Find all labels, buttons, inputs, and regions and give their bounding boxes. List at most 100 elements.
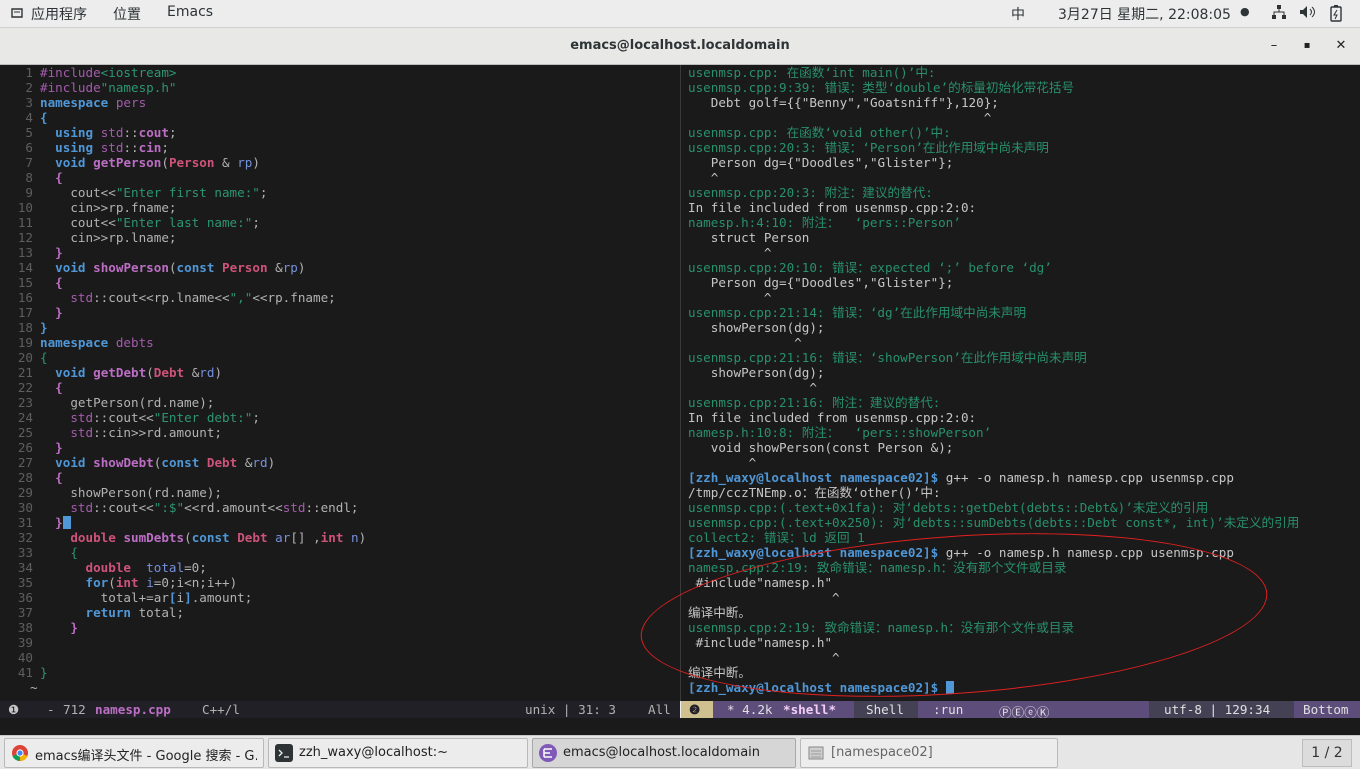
code-line[interactable]: 18} [0, 320, 680, 335]
code-line[interactable]: 25 std::cin>>rd.amount; [0, 425, 680, 440]
code-line[interactable]: 38 } [0, 620, 680, 635]
modeline-editor[interactable]: ❶ - 712 namesp.cpp C++/l unix | 31: 3 Al… [0, 701, 680, 718]
code-line[interactable]: 13 } [0, 245, 680, 260]
shell-line[interactable]: usenmsp.cpp: 在函数‘int main()’中: [688, 65, 936, 80]
task-emacs[interactable]: emacs@localhost.localdomain [532, 738, 796, 768]
code-line[interactable]: 6 using std::cin; [0, 140, 680, 155]
code-line[interactable]: 5 using std::cout; [0, 125, 680, 140]
applications-menu[interactable]: 应用程序 [31, 4, 87, 24]
code-line[interactable]: 34 double total=0; [0, 560, 680, 575]
buffer-name[interactable]: namesp.cpp [95, 702, 171, 717]
code-line[interactable]: 11 cout<<"Enter last name:"; [0, 215, 680, 230]
shell-line[interactable]: ^ [688, 335, 802, 350]
code-line[interactable]: 15 { [0, 275, 680, 290]
shell-line[interactable]: usenmsp.cpp:20:3: 附注：建议的替代: [688, 185, 933, 200]
code-line[interactable]: 32 double sumDebts(const Debt ar[] ,int … [0, 530, 680, 545]
code-line[interactable]: 26 } [0, 440, 680, 455]
volume-icon[interactable] [1299, 4, 1317, 24]
major-mode[interactable]: Shell [866, 702, 904, 717]
close-button[interactable]: ✕ [1331, 36, 1351, 56]
code-line[interactable]: 12 cin>>rp.lname; [0, 230, 680, 245]
clock[interactable]: 3月27日 星期二, 22:08:05 [1058, 4, 1231, 24]
maximize-button[interactable]: ▪ [1297, 36, 1317, 56]
shell-line[interactable]: usenmsp.cpp:9:39: 错误：类型‘double’的标量初始化带花括… [688, 80, 1074, 95]
shell-line[interactable]: ^ [688, 380, 817, 395]
code-line[interactable]: 9 cout<<"Enter first name:"; [0, 185, 680, 200]
code-line[interactable]: 36 total+=ar[i].amount; [0, 590, 680, 605]
code-line[interactable]: 39 [0, 635, 680, 650]
code-line[interactable]: 8 { [0, 170, 680, 185]
shell-line[interactable]: usenmsp.cpp:21:16: 附注：建议的替代: [688, 395, 940, 410]
code-line[interactable]: 16 std::cout<<rp.lname<<","<<rp.fname; [0, 290, 680, 305]
modeline-shell[interactable]: ❷ * 4.2k *shell* Shell :run ⓅⒺⓔⓀ utf-8 |… [681, 701, 1360, 718]
editor-pane[interactable]: 1 #include<iostream> 2 #include"namesp.h" 3 n… [0, 65, 680, 701]
minimize-button[interactable]: – [1264, 36, 1284, 56]
shell-line[interactable]: usenmsp.cpp:(.text+0x250): 对‘debts::sumD… [688, 515, 1299, 530]
code-line[interactable]: 29 showPerson(rd.name); [0, 485, 680, 500]
code-line[interactable]: 27 void showDebt(const Debt &rd) [0, 455, 680, 470]
shell-line[interactable]: struct Person [688, 230, 810, 245]
code-line[interactable]: 1 #include<iostream> [0, 65, 680, 80]
code-line[interactable]: 24 std::cout<<"Enter debt:"; [0, 410, 680, 425]
code-line[interactable]: ~ [0, 680, 680, 695]
shell-line[interactable]: usenmsp.cpp:20:10: 错误：expected ‘;’ befor… [688, 260, 1052, 275]
shell-line[interactable]: void showPerson(const Person &); [688, 440, 954, 455]
code-line[interactable]: 20 { [0, 350, 680, 365]
task-terminal[interactable]: zzh_waxy@localhost:~ [268, 738, 528, 768]
task-chrome[interactable]: emacs编译头文件 - Google 搜索 - G… [4, 738, 264, 768]
code-line[interactable]: 28 { [0, 470, 680, 485]
shell-line[interactable]: collect2: 错误：ld 返回 1 [688, 530, 865, 545]
shell-line[interactable]: showPerson(dg); [688, 365, 825, 380]
code-line[interactable]: 2 #include"namesp.h" [0, 80, 680, 95]
code-line[interactable]: 14 void showPerson(const Person &rp) [0, 260, 680, 275]
code-line[interactable]: 23 getPerson(rd.name); [0, 395, 680, 410]
shell-line[interactable]: In file included from usenmsp.cpp:2:0: [688, 410, 976, 425]
code-line[interactable]: 41} [0, 665, 680, 680]
shell-line[interactable]: namesp.h:10:8: 附注： ‘pers::showPerson’ [688, 425, 991, 440]
code-line[interactable]: 19 namespace debts [0, 335, 680, 350]
emacs-app-menu[interactable]: Emacs [167, 4, 213, 20]
shell-line[interactable]: Person dg={"Doodles","Glister"}; [688, 275, 954, 290]
code-line[interactable]: 35 for(int i=0;i<n;i++) [0, 575, 680, 590]
code-line[interactable]: 40 [0, 650, 680, 665]
code-line[interactable]: 17 } [0, 305, 680, 320]
shell-line[interactable]: ^ [688, 290, 772, 305]
shell-line[interactable]: ^ [688, 245, 772, 260]
shell-line[interactable]: ^ [688, 110, 992, 125]
battery-icon[interactable] [1329, 4, 1343, 26]
shell-line[interactable]: ^ [688, 170, 719, 185]
shell-line[interactable]: [zzh_waxy@localhost namespace02]$ g++ -o… [688, 470, 1234, 485]
workspace-pager[interactable]: 1 / 2 [1302, 739, 1352, 767]
shell-line[interactable]: usenmsp.cpp:(.text+0x1fa): 对‘debts::getD… [688, 500, 1208, 515]
code-line[interactable]: 21 void getDebt(Debt &rd) [0, 365, 680, 380]
code-line[interactable]: 37 return total; [0, 605, 680, 620]
major-mode[interactable]: C++/l [202, 702, 240, 717]
minor-modes[interactable]: ⓅⒺⓔⓀ [999, 702, 1049, 718]
window-titlebar[interactable]: emacs@localhost.localdomain – ▪ ✕ [0, 28, 1360, 65]
shell-line[interactable]: usenmsp.cpp:21:14: 错误：‘dg’在此作用域中尚未声明 [688, 305, 1026, 320]
shell-line[interactable]: ^ [688, 455, 757, 470]
code-line[interactable]: 33 { [0, 545, 680, 560]
applications-icon[interactable] [10, 6, 24, 20]
code-line[interactable]: 10 cin>>rp.fname; [0, 200, 680, 215]
code-line[interactable]: 4{ [0, 110, 680, 125]
network-icon[interactable] [1271, 4, 1287, 24]
shell-line[interactable]: showPerson(dg); [688, 320, 825, 335]
shell-line[interactable]: /tmp/cczTNEmp.o：在函数‘other()’中: [688, 485, 941, 500]
shell-line[interactable]: namesp.h:4:10: 附注： ‘pers::Person’ [688, 215, 961, 230]
echo-area[interactable] [0, 718, 1360, 735]
code-line[interactable]: 22 { [0, 380, 680, 395]
buffer-name[interactable]: *shell* [783, 702, 836, 717]
code-line[interactable]: 3 namespace pers [0, 95, 680, 110]
code-line[interactable]: 30 std::cout<<":$"<<rd.amount<<std::endl… [0, 500, 680, 515]
task-file-manager[interactable]: [namespace02] [800, 738, 1058, 768]
code-line[interactable]: 31 } [0, 515, 680, 530]
places-menu[interactable]: 位置 [113, 4, 141, 24]
shell-line[interactable]: usenmsp.cpp:21:16: 错误：‘showPerson’在此作用域中… [688, 350, 1087, 365]
shell-line[interactable]: usenmsp.cpp:20:3: 错误：‘Person’在此作用域中尚未声明 [688, 140, 1049, 155]
shell-line[interactable]: In file included from usenmsp.cpp:2:0: [688, 200, 976, 215]
shell-line[interactable]: Debt golf={{"Benny","Goatsniff"},120}; [688, 95, 999, 110]
code-line[interactable]: 7 void getPerson(Person & rp) [0, 155, 680, 170]
shell-line[interactable]: Person dg={"Doodles","Glister"}; [688, 155, 954, 170]
shell-line[interactable]: usenmsp.cpp: 在函数‘void other()’中: [688, 125, 951, 140]
